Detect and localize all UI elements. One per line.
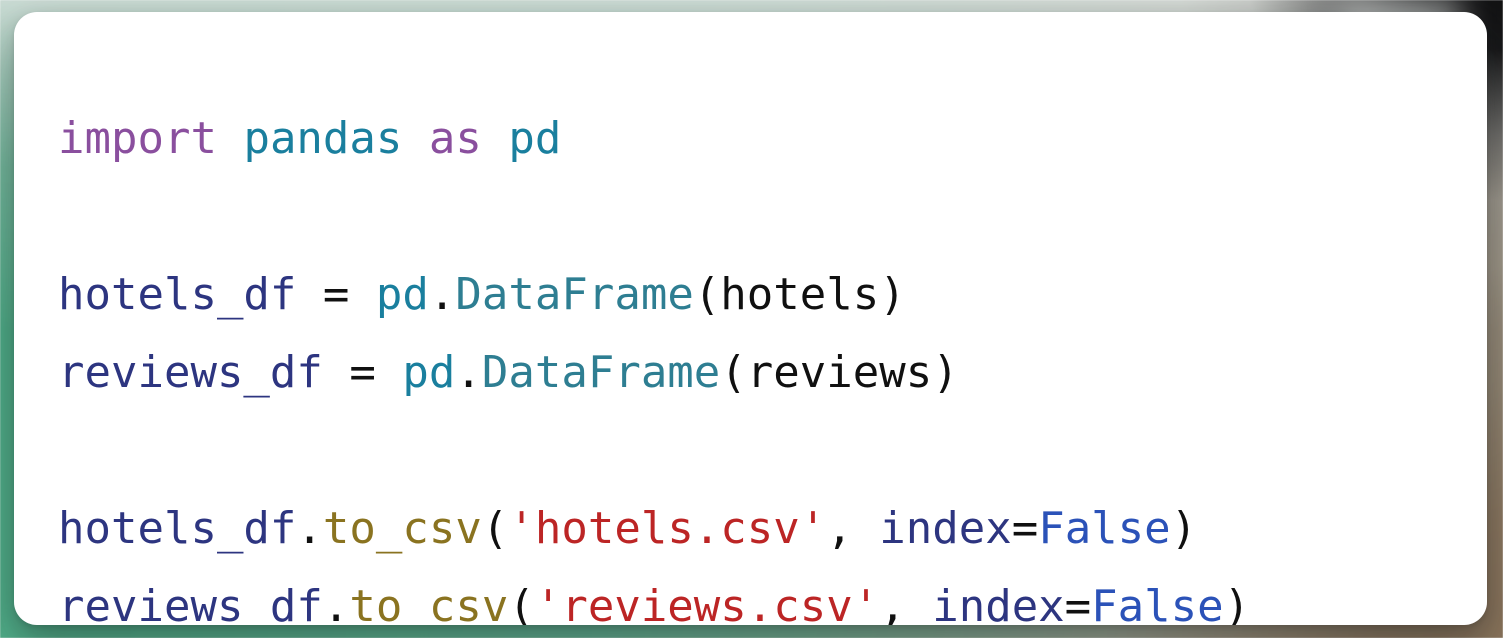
code-token-method: to_csv (322, 503, 482, 554)
code-token-plain: (hotels) (693, 269, 906, 320)
code-token-plain: = (296, 269, 376, 320)
code-token-plain: ( (481, 503, 509, 554)
code-token-plain: ( (508, 581, 535, 625)
code-token-var: index (932, 581, 1065, 625)
code-token-keyword: import (58, 113, 217, 164)
code-token-class: DataFrame (481, 347, 721, 398)
code-token-plain: , (826, 503, 880, 554)
code-snippet-card: import pandas as pd hotels_df = pd.DataF… (14, 12, 1487, 625)
code-line: hotels_df = pd.DataFrame(hotels) (58, 256, 1477, 334)
code-line: reviews_df = pd.DataFrame(reviews) (58, 334, 1477, 412)
code-line: hotels_df.to_csv('hotels.csv', index=Fal… (58, 490, 1477, 568)
code-token-module: pd (375, 269, 429, 320)
code-token-plain: = (1064, 581, 1092, 625)
code-token-string: 'reviews.csv' (534, 581, 880, 625)
code-token-const: False (1091, 581, 1224, 625)
code-token-plain: ) (1170, 503, 1198, 554)
code-token-method: to_csv (349, 581, 509, 625)
code-token-plain: ) (1223, 581, 1251, 625)
code-token-module: pd (508, 113, 562, 164)
code-token-var: hotels_df (58, 269, 297, 320)
code-token-var: index (879, 503, 1012, 554)
code-token-module: pandas (243, 113, 403, 164)
code-token-plain: (reviews) (720, 347, 959, 398)
code-token-plain: = (1011, 503, 1039, 554)
screenshot-root: import pandas as pd hotels_df = pd.DataF… (0, 0, 1503, 638)
code-token-plain: . (455, 347, 482, 398)
code-token-const: False (1038, 503, 1171, 554)
code-line: import pandas as pd (58, 100, 1477, 178)
code-token-var: hotels_df (58, 503, 297, 554)
code-token-var: reviews_df (58, 581, 323, 625)
code-token-plain: . (322, 581, 350, 625)
code-token-string: 'hotels.csv' (508, 503, 827, 554)
code-token-class: DataFrame (455, 269, 694, 320)
code-token-var: reviews_df (58, 347, 323, 398)
code-token-plain: . (296, 503, 323, 554)
code-token-plain: = (322, 347, 403, 398)
code-token-module: pd (402, 347, 456, 398)
code-token-keyword: as (428, 113, 482, 164)
code-token-plain: , (879, 581, 933, 625)
code-block[interactable]: import pandas as pd hotels_df = pd.DataF… (58, 100, 1477, 625)
code-token-plain: . (428, 269, 456, 320)
code-line: reviews_df.to_csv('reviews.csv', index=F… (58, 568, 1477, 625)
